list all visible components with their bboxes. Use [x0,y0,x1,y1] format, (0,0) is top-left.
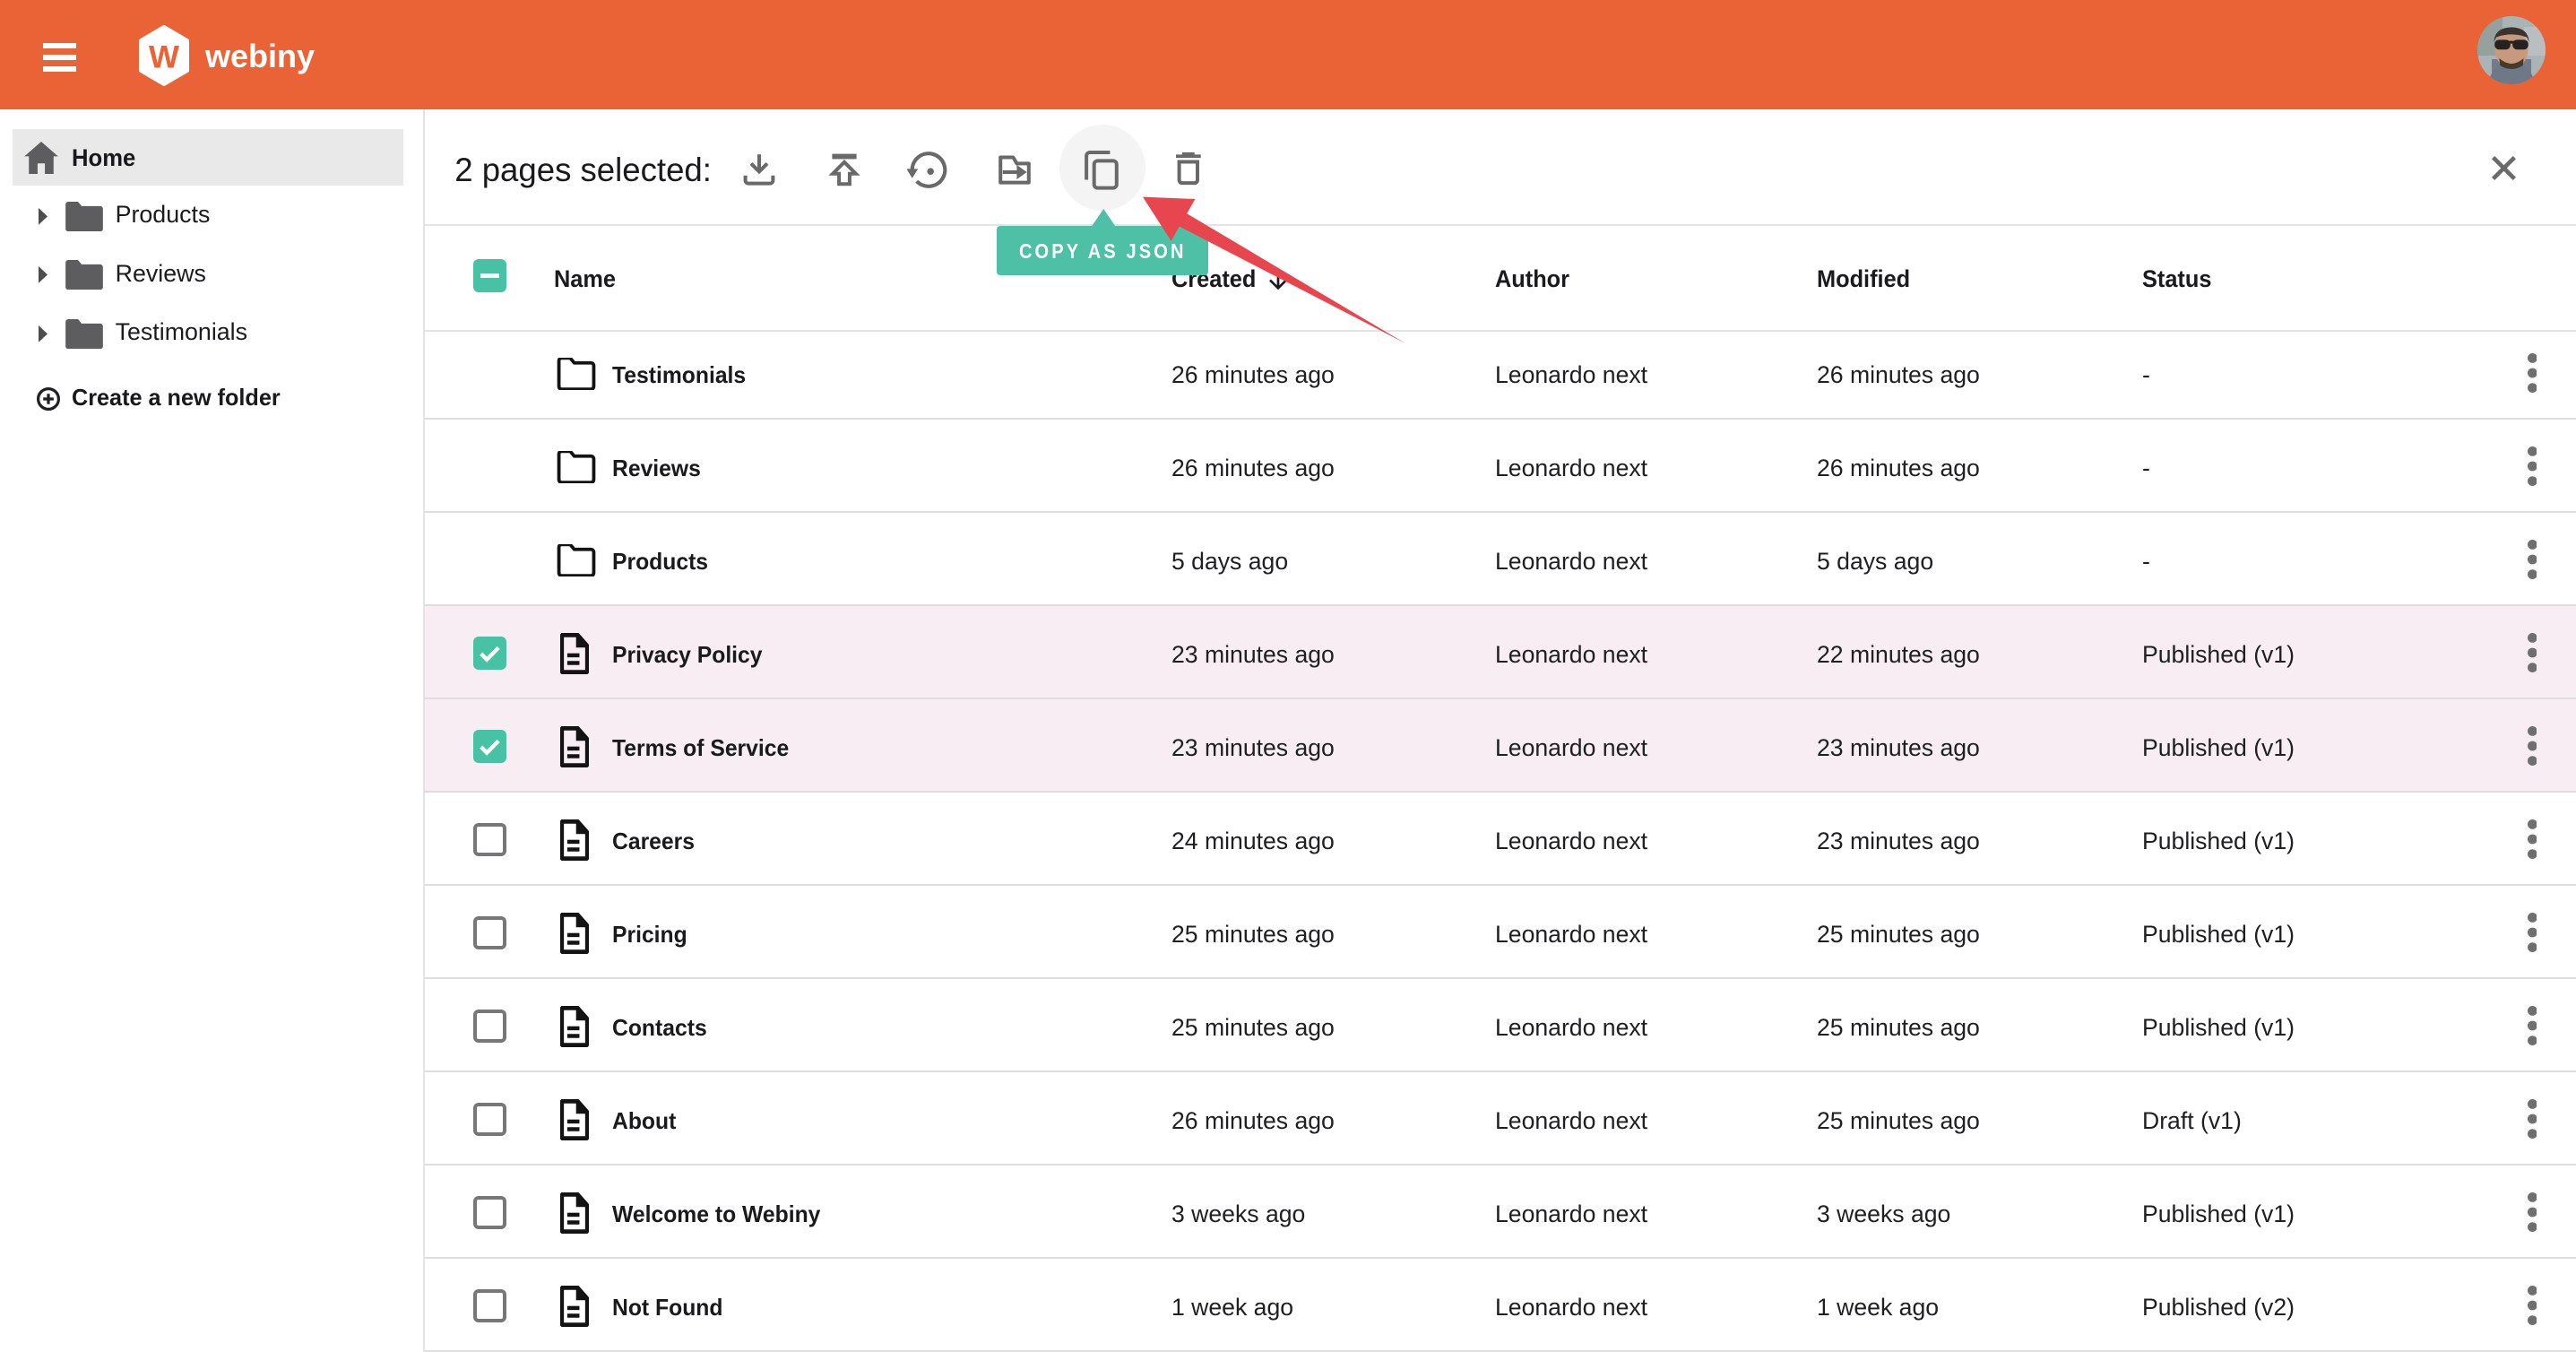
svg-text:W: W [149,40,179,75]
